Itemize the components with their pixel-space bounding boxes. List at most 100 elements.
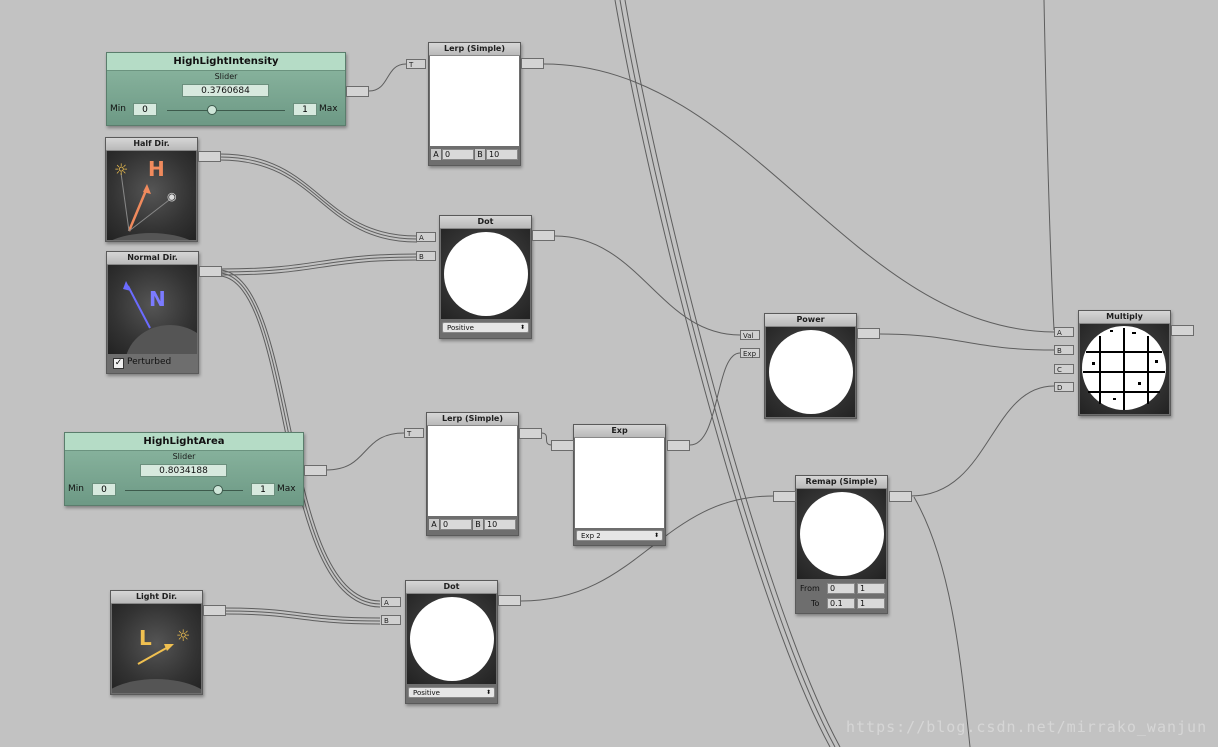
min-label: Min	[68, 484, 84, 494]
lerp-node-1[interactable]: Lerp (Simple) A 0 B 10	[428, 42, 521, 166]
lerp1-input-t[interactable]: T	[406, 59, 426, 69]
max-field[interactable]: 1	[251, 483, 275, 496]
dot-node-2[interactable]: Dot Positive ⬍	[405, 580, 498, 704]
multiply-input-c[interactable]: C	[1054, 364, 1074, 374]
b-field[interactable]: 10	[484, 519, 516, 530]
dot2-input-b[interactable]: B	[381, 615, 401, 625]
lerp-preview	[430, 56, 519, 146]
power-input-exp[interactable]: Exp	[740, 348, 760, 358]
normal-dir-letter: N	[149, 287, 166, 311]
from-min-field[interactable]: 0	[827, 583, 855, 594]
lerp2-output-port[interactable]	[519, 428, 542, 439]
normal-dir-node[interactable]: Normal Dir. N ✓ Perturbed	[106, 251, 199, 374]
multiply-output-port[interactable]	[1171, 325, 1194, 336]
normal-dir-output-port[interactable]	[199, 266, 222, 277]
dropdown-value: Exp 2	[581, 532, 601, 540]
min-field[interactable]: 0	[92, 483, 116, 496]
b-field[interactable]: 10	[486, 149, 518, 160]
highlight-intensity-output-port[interactable]	[346, 86, 369, 97]
node-title: Dot	[406, 581, 497, 594]
remap-from-row: From 0 1	[797, 581, 886, 595]
remap-input-port[interactable]	[773, 491, 796, 502]
a-label: A	[431, 149, 441, 160]
dot-preview	[407, 594, 496, 684]
to-label: To	[811, 599, 820, 608]
dropdown-arrow-icon: ⬍	[653, 532, 659, 539]
dot-mode-dropdown[interactable]: Positive ⬍	[442, 322, 529, 333]
a-field[interactable]: 0	[442, 149, 474, 160]
lerp1-output-port[interactable]	[521, 58, 544, 69]
node-title: Dot	[440, 216, 531, 229]
node-title: Half Dir.	[106, 138, 197, 151]
dot1-input-a[interactable]: A	[416, 232, 436, 242]
to-min-field[interactable]: 0.1	[827, 598, 855, 609]
dropdown-arrow-icon: ⬍	[519, 324, 525, 331]
dot1-input-b[interactable]: B	[416, 251, 436, 261]
max-field[interactable]: 1	[293, 103, 317, 116]
multiply-input-a[interactable]: A	[1054, 327, 1074, 337]
exp-input-port[interactable]	[551, 440, 574, 451]
power-input-val[interactable]: Val	[740, 330, 760, 340]
dot2-input-a[interactable]: A	[381, 597, 401, 607]
light-dir-output-port[interactable]	[203, 605, 226, 616]
remap-preview	[797, 489, 886, 579]
light-dir-letter: L	[139, 626, 152, 650]
node-title: Normal Dir.	[107, 252, 198, 265]
multiply-input-b[interactable]: B	[1054, 345, 1074, 355]
highlight-intensity-slider-node[interactable]: HighLightIntensity Slider 0.3760684 Min …	[106, 52, 346, 126]
min-field[interactable]: 0	[133, 103, 157, 116]
half-dir-output-port[interactable]	[198, 151, 221, 162]
lerp-values-row: A 0 B 10	[430, 147, 519, 161]
sun-icon: ☼	[176, 626, 191, 645]
dropdown-value: Positive	[413, 689, 440, 697]
node-title: Light Dir.	[111, 591, 202, 604]
max-label: Max	[319, 104, 338, 114]
exp-node[interactable]: Exp Exp 2 ⬍	[573, 424, 666, 546]
eye-icon: ◉	[167, 190, 177, 203]
dropdown-value: Positive	[447, 324, 474, 332]
dropdown-arrow-icon: ⬍	[485, 689, 491, 696]
slider-track[interactable]	[167, 110, 285, 111]
slider-thumb[interactable]	[213, 485, 223, 495]
from-max-field[interactable]: 1	[857, 583, 885, 594]
node-title: Multiply	[1079, 311, 1170, 324]
dot2-output-port[interactable]	[498, 595, 521, 606]
exp-output-port[interactable]	[667, 440, 690, 451]
dot1-output-port[interactable]	[532, 230, 555, 241]
slider-thumb[interactable]	[207, 105, 217, 115]
lerp-values-row: A 0 B 10	[428, 517, 517, 531]
slider-type-label: Slider	[214, 72, 238, 81]
highlight-area-output-port[interactable]	[304, 465, 327, 476]
slider-track[interactable]	[125, 490, 243, 491]
power-preview	[766, 327, 855, 417]
exp-preview	[575, 438, 664, 528]
power-node[interactable]: Power	[764, 313, 857, 419]
dot-node-1[interactable]: Dot Positive ⬍	[439, 215, 532, 339]
slider-value-field[interactable]: 0.3760684	[182, 84, 269, 97]
power-output-port[interactable]	[857, 328, 880, 339]
lerp2-input-t[interactable]: T	[404, 428, 424, 438]
half-dir-node[interactable]: Half Dir. H ☼ ◉	[105, 137, 198, 242]
dot-preview	[441, 229, 530, 319]
half-dir-preview: H ☼ ◉	[107, 151, 196, 240]
node-title: Lerp (Simple)	[429, 43, 520, 56]
to-max-field[interactable]: 1	[857, 598, 885, 609]
remap-output-port[interactable]	[889, 491, 912, 502]
lerp-node-2[interactable]: Lerp (Simple) A 0 B 10	[426, 412, 519, 536]
remap-node[interactable]: Remap (Simple) From 0 1 To 0.1 1	[795, 475, 888, 614]
node-title: Power	[765, 314, 856, 327]
node-title: Lerp (Simple)	[427, 413, 518, 426]
highlight-area-slider-node[interactable]: HighLightArea Slider 0.8034188 Min 0 1 M…	[64, 432, 304, 506]
slider-value-field[interactable]: 0.8034188	[140, 464, 227, 477]
a-field[interactable]: 0	[440, 519, 472, 530]
multiply-node[interactable]: Multiply	[1078, 310, 1171, 416]
slider-name: HighLightIntensity	[107, 53, 345, 71]
node-title: Remap (Simple)	[796, 476, 887, 489]
watermark: https://blog.csdn.net/mirrako_wanjun	[846, 718, 1208, 736]
light-dir-node[interactable]: Light Dir. L ☼	[110, 590, 203, 695]
exp-mode-dropdown[interactable]: Exp 2 ⬍	[576, 530, 663, 541]
dot-mode-dropdown[interactable]: Positive ⬍	[408, 687, 495, 698]
perturbed-checkbox[interactable]: ✓	[113, 358, 124, 369]
min-label: Min	[110, 104, 126, 114]
multiply-input-d[interactable]: D	[1054, 382, 1074, 392]
